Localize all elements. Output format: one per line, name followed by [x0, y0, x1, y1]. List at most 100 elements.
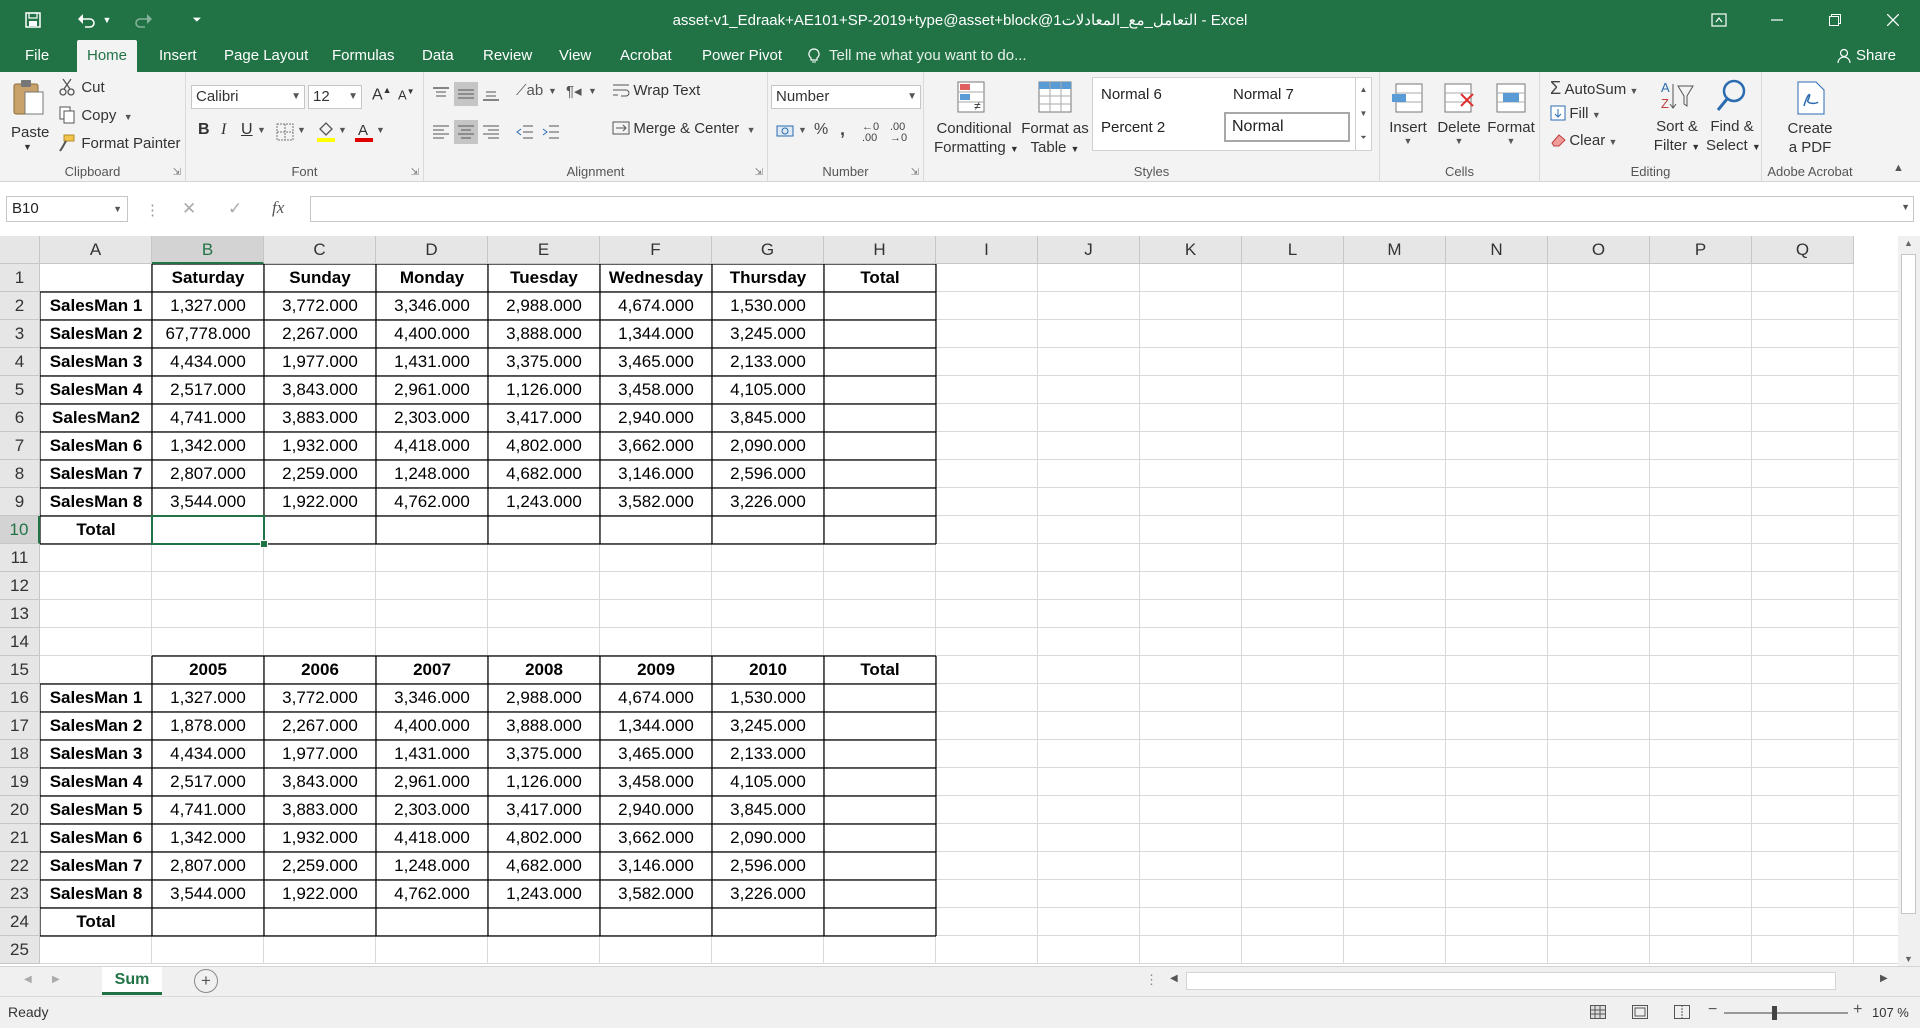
table2-cell[interactable]: 2,517.000 — [152, 768, 264, 796]
clipboard-launcher-icon[interactable]: ⇲ — [173, 167, 181, 178]
table2-cell[interactable]: 4,741.000 — [152, 796, 264, 824]
table2-cell[interactable]: 4,105.000 — [712, 768, 824, 796]
row-header-25[interactable]: 25 — [0, 936, 40, 964]
row-header-16[interactable]: 16 — [0, 684, 40, 712]
zoom-level[interactable]: 107 % — [1872, 1005, 1909, 1020]
row-header-22[interactable]: 22 — [0, 852, 40, 880]
table2-header-6[interactable]: 2010 — [712, 656, 824, 684]
borders-dropdown-icon[interactable]: ▼ — [297, 125, 306, 135]
font-color-dropdown-icon[interactable]: ▼ — [376, 125, 385, 135]
table2-header-1[interactable]: 2005 — [152, 656, 264, 684]
table2-cell[interactable]: 1,126.000 — [488, 768, 600, 796]
row-header-10[interactable]: 10 — [0, 516, 40, 544]
table2-total-label[interactable]: Total — [40, 908, 152, 936]
table1-cell[interactable]: 1,977.000 — [264, 348, 376, 376]
table1-cell[interactable]: 3,465.000 — [600, 348, 712, 376]
table1-header-1[interactable]: Saturday — [152, 264, 264, 292]
scroll-left-icon[interactable]: ◀ — [1170, 973, 1178, 984]
tell-me-search[interactable]: Tell me what you want to do... — [829, 40, 1027, 72]
table1-cell[interactable]: 1,932.000 — [264, 432, 376, 460]
align-top-icon[interactable] — [432, 86, 450, 105]
formula-input[interactable] — [310, 196, 1914, 222]
row-header-19[interactable]: 19 — [0, 768, 40, 796]
table1-cell[interactable]: 1,327.000 — [152, 292, 264, 320]
row-header-7[interactable]: 7 — [0, 432, 40, 460]
insert-function-icon[interactable]: fx — [272, 198, 284, 218]
font-size-dropdown[interactable]: 12 ▼ — [308, 85, 362, 109]
table2-cell[interactable]: 1,922.000 — [264, 880, 376, 908]
sheet-tab-sum[interactable]: Sum — [102, 967, 162, 995]
table1-cell[interactable]: 4,434.000 — [152, 348, 264, 376]
styles-scroll[interactable]: ▲ ▼ ⏷ — [1355, 78, 1371, 150]
table1-cell[interactable]: SalesMan 3 — [40, 348, 152, 376]
table1-cell[interactable]: 67,778.000 — [152, 320, 264, 348]
tab-data[interactable]: Data — [412, 40, 464, 72]
table2-cell[interactable]: 2,259.000 — [264, 852, 376, 880]
tab-page-layout[interactable]: Page Layout — [214, 40, 318, 72]
table2-cell[interactable]: 2,940.000 — [600, 796, 712, 824]
fill-color-icon[interactable] — [316, 121, 336, 146]
table1-cell[interactable]: SalesMan 2 — [40, 320, 152, 348]
table2-cell[interactable]: 3,883.000 — [264, 796, 376, 824]
table2-cell[interactable]: 1,243.000 — [488, 880, 600, 908]
table2-cell[interactable]: 2,807.000 — [152, 852, 264, 880]
table1-cell[interactable]: SalesMan2 — [40, 404, 152, 432]
fill-button[interactable]: Fill ▼ — [1550, 105, 1601, 124]
table2-header-3[interactable]: 2007 — [376, 656, 488, 684]
table2-cell[interactable]: 2,596.000 — [712, 852, 824, 880]
table1-cell[interactable]: SalesMan 6 — [40, 432, 152, 460]
decrease-indent-icon[interactable] — [516, 124, 534, 143]
table2-cell[interactable]: 4,762.000 — [376, 880, 488, 908]
collapse-ribbon-icon[interactable]: ▲ — [1893, 162, 1904, 174]
table1-cell[interactable]: 3,146.000 — [600, 460, 712, 488]
table1-cell[interactable]: 2,259.000 — [264, 460, 376, 488]
table1-cell[interactable]: 2,517.000 — [152, 376, 264, 404]
table2-cell[interactable]: 2,133.000 — [712, 740, 824, 768]
table1-cell[interactable]: SalesMan 1 — [40, 292, 152, 320]
column-header-g[interactable]: G — [712, 236, 824, 264]
table1-cell[interactable]: 3,417.000 — [488, 404, 600, 432]
table1-cell[interactable]: 4,674.000 — [600, 292, 712, 320]
shrink-font-icon[interactable]: A▼ — [398, 87, 415, 102]
table1-cell[interactable]: 2,596.000 — [712, 460, 824, 488]
row-header-5[interactable]: 5 — [0, 376, 40, 404]
tab-formulas[interactable]: Formulas — [322, 40, 405, 72]
table1-cell[interactable]: 1,344.000 — [600, 320, 712, 348]
row-header-20[interactable]: 20 — [0, 796, 40, 824]
share-button[interactable]: Share — [1856, 40, 1896, 72]
table1-cell[interactable]: 4,400.000 — [376, 320, 488, 348]
table1-cell[interactable]: 3,888.000 — [488, 320, 600, 348]
wrap-text-button[interactable]: Wrap Text — [612, 82, 700, 101]
table2-cell[interactable]: 1,977.000 — [264, 740, 376, 768]
page-layout-view-icon[interactable] — [1632, 1005, 1648, 1022]
vertical-scroll-thumb[interactable] — [1901, 254, 1916, 914]
table2-cell[interactable]: 4,434.000 — [152, 740, 264, 768]
row-header-12[interactable]: 12 — [0, 572, 40, 600]
table1-cell[interactable]: 3,845.000 — [712, 404, 824, 432]
table2-cell[interactable]: 4,418.000 — [376, 824, 488, 852]
save-icon[interactable] — [20, 8, 46, 32]
table2-cell[interactable]: 3,458.000 — [600, 768, 712, 796]
table2-cell[interactable]: 2,303.000 — [376, 796, 488, 824]
table2-header-4[interactable]: 2008 — [488, 656, 600, 684]
vertical-scrollbar[interactable]: ▲ ▼ — [1898, 236, 1920, 966]
table1-cell[interactable]: 1,243.000 — [488, 488, 600, 516]
autosum-button[interactable]: Σ AutoSum ▼ — [1550, 78, 1638, 99]
format-as-table-button[interactable]: Format as Table ▼ — [1020, 80, 1090, 160]
table1-cell[interactable]: 2,267.000 — [264, 320, 376, 348]
table2-cell[interactable]: 4,674.000 — [600, 684, 712, 712]
orientation-dropdown-icon[interactable]: ▼ — [548, 86, 557, 96]
table1-cell[interactable]: 2,303.000 — [376, 404, 488, 432]
accounting-dropdown-icon[interactable]: ▼ — [798, 125, 807, 135]
table1-cell[interactable]: 4,802.000 — [488, 432, 600, 460]
row-header-1[interactable]: 1 — [0, 264, 40, 292]
table2-cell[interactable]: 3,226.000 — [712, 880, 824, 908]
increase-decimal-icon[interactable]: ←0.00 — [862, 122, 879, 144]
italic-icon[interactable]: I — [221, 121, 226, 139]
enter-icon[interactable]: ✓ — [228, 199, 242, 219]
table1-cell[interactable]: 1,431.000 — [376, 348, 488, 376]
style-normal-6[interactable]: Normal 6 — [1101, 86, 1162, 103]
decrease-decimal-icon[interactable]: .00 →0 — [890, 122, 907, 144]
undo-icon[interactable] — [72, 8, 102, 32]
style-normal-7[interactable]: Normal 7 — [1233, 86, 1294, 103]
